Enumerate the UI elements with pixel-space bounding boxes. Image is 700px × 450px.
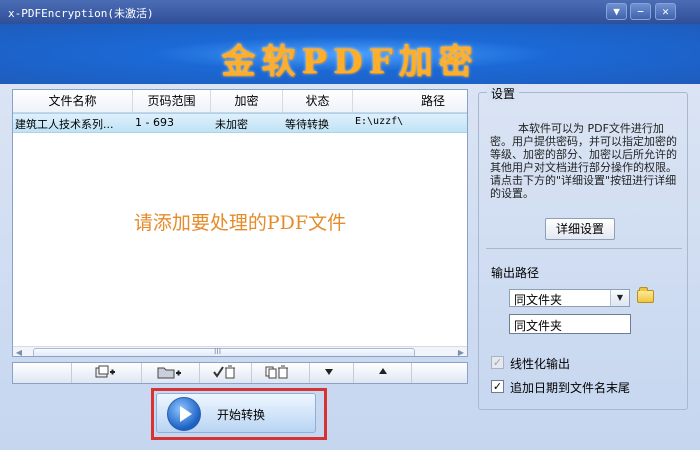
cell-file-name: 建筑工人技术系列...: [15, 118, 114, 131]
settings-legend: 设置: [487, 85, 520, 102]
column-header-range[interactable]: 页码范围: [133, 90, 211, 112]
file-list[interactable]: 文件名称 页码范围 加密 状态 路径 建筑工人技术系列... 1 - 693 未…: [12, 89, 468, 357]
title-bar: x-PDFEncryption(未激活) ▼ − ✕: [0, 0, 700, 24]
toolbar-divider: [411, 363, 412, 383]
play-icon: [167, 397, 201, 431]
scroll-right-arrow-icon[interactable]: ▶: [455, 347, 467, 356]
window-title: x-PDFEncryption(未激活): [8, 7, 154, 20]
cell-encrypt: 未加密: [215, 118, 248, 131]
scroll-left-arrow-icon[interactable]: ◀: [13, 347, 25, 356]
toolbar-divider: [71, 363, 72, 383]
scrollbar-thumb[interactable]: III: [33, 347, 415, 356]
append-date-label: 追加日期到文件名末尾: [510, 381, 631, 395]
output-path-select-value: 同文件夹: [514, 293, 563, 307]
column-header-path[interactable]: 路径: [353, 90, 467, 112]
menu-dropdown-button[interactable]: ▼: [606, 3, 627, 20]
settings-divider: [486, 248, 682, 249]
toolbar-divider: [141, 363, 142, 383]
output-path-field-value: 同文件夹: [514, 319, 563, 333]
settings-description: 本软件可以为 PDF文件进行加密。用户提供密码，并可以指定加密的等级、加密的部分…: [490, 122, 677, 200]
app-logo: 金软PDF加密: [221, 42, 479, 82]
toolbar-divider: [199, 363, 200, 383]
remove-selected-icon[interactable]: [205, 365, 245, 381]
column-header-encrypt[interactable]: 加密: [211, 90, 283, 112]
chevron-down-icon[interactable]: ▼: [610, 290, 629, 306]
table-header: 文件名称 页码范围 加密 状态 路径: [13, 90, 467, 113]
detail-settings-button[interactable]: 详细设置: [545, 218, 615, 240]
output-path-select[interactable]: 同文件夹 ▼: [509, 289, 630, 307]
scrollbar-grip: III: [214, 347, 222, 356]
toolbar-divider: [353, 363, 354, 383]
column-header-status[interactable]: 状态: [283, 90, 353, 112]
horizontal-scrollbar[interactable]: ◀ III ▶: [13, 346, 467, 356]
empty-hint: 请添加要处理的PDF文件: [133, 212, 347, 234]
output-path-label: 输出路径: [491, 266, 540, 280]
cell-path: E:\uzzf\: [355, 116, 404, 127]
folder-icon[interactable]: [637, 287, 654, 303]
remove-all-icon[interactable]: [257, 365, 297, 381]
start-convert-label: 开始转换: [217, 408, 266, 422]
column-header-name[interactable]: 文件名称: [13, 90, 133, 112]
toolbar-divider: [309, 363, 310, 383]
file-toolbar: [12, 362, 468, 384]
move-up-icon[interactable]: [371, 365, 395, 381]
start-convert-button[interactable]: 开始转换: [156, 393, 316, 433]
add-folder-icon[interactable]: [147, 365, 191, 381]
toolbar-divider: [251, 363, 252, 383]
minimize-button[interactable]: −: [630, 3, 651, 20]
output-path-field[interactable]: 同文件夹: [509, 314, 631, 334]
linearize-label: 线性化输出: [510, 357, 571, 371]
app-banner: 金软PDF加密: [0, 24, 700, 84]
table-row[interactable]: 建筑工人技术系列... 1 - 693 未加密 等待转换 E:\uzzf\: [13, 113, 467, 133]
cell-page-range: 1 - 693: [135, 116, 174, 129]
linearize-checkbox[interactable]: ✓: [491, 356, 504, 369]
add-file-icon[interactable]: [85, 365, 125, 381]
cell-status: 等待转换: [285, 118, 329, 131]
append-date-checkbox[interactable]: ✓: [491, 380, 504, 393]
close-button[interactable]: ✕: [655, 3, 676, 20]
move-down-icon[interactable]: [317, 365, 341, 381]
